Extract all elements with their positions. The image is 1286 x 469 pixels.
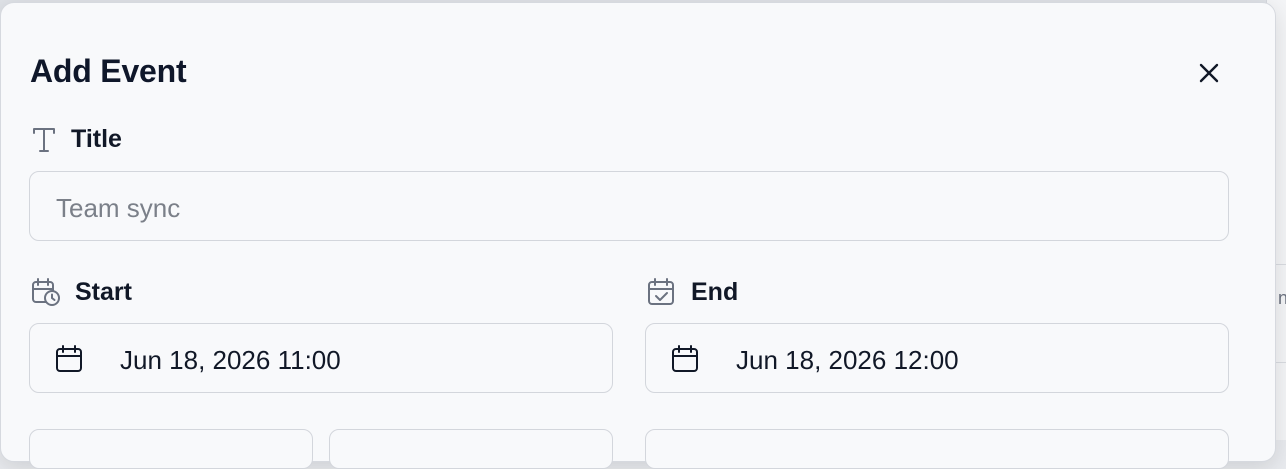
title-label-row: Title bbox=[31, 125, 122, 154]
start-label-row: Start bbox=[31, 277, 132, 307]
calendar-clock-icon bbox=[32, 278, 60, 306]
text-type-icon bbox=[33, 127, 55, 152]
next-field-partial-1[interactable] bbox=[29, 429, 313, 469]
calendar-check-icon bbox=[648, 278, 674, 305]
background-text-fragment: n bbox=[1278, 288, 1286, 308]
title-input-placeholder: Team sync bbox=[56, 193, 181, 223]
close-icon bbox=[1199, 63, 1219, 83]
start-datetime-value: Jun 18, 2026 11:00 bbox=[120, 345, 341, 375]
add-event-dialog: Add Event Title Team sync Start End Jun … bbox=[0, 2, 1276, 469]
start-label: Start bbox=[75, 277, 132, 306]
end-datetime-input[interactable]: Jun 18, 2026 12:00 bbox=[645, 323, 1229, 393]
start-datetime-input[interactable]: Jun 18, 2026 11:00 bbox=[29, 323, 613, 393]
close-button[interactable] bbox=[1193, 57, 1225, 89]
calendar-icon bbox=[56, 345, 82, 372]
title-input[interactable]: Team sync bbox=[29, 171, 1229, 241]
end-label-row: End bbox=[647, 277, 738, 307]
next-field-partial-3[interactable] bbox=[645, 429, 1229, 469]
calendar-icon bbox=[672, 345, 698, 372]
end-label: End bbox=[691, 277, 739, 306]
end-datetime-value: Jun 18, 2026 12:00 bbox=[736, 345, 959, 375]
next-field-partial-2[interactable] bbox=[329, 429, 613, 469]
dialog-title: Add Event bbox=[30, 53, 187, 89]
title-label: Title bbox=[71, 125, 122, 153]
